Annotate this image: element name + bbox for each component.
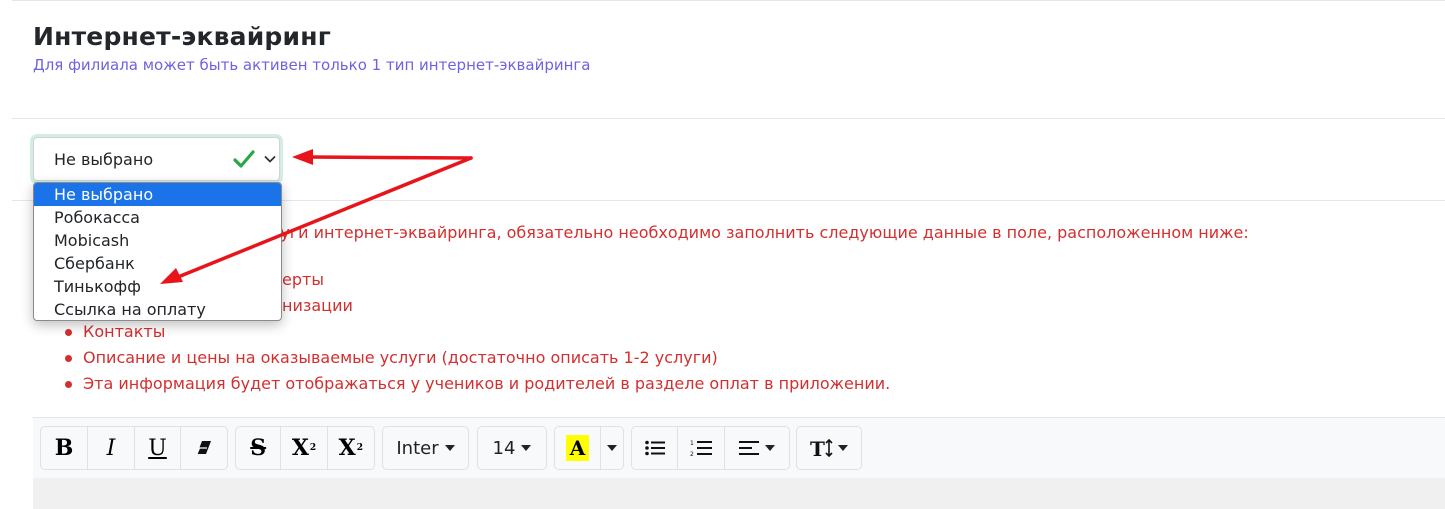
caret-down-icon	[838, 445, 848, 451]
superscript-mark: 2	[309, 443, 317, 453]
info-bullet-list: Контакты Описание и цены на оказываемые …	[62, 320, 890, 398]
check-icon	[233, 150, 255, 168]
subscript-mark: 2	[356, 443, 363, 453]
editor-toolbar: B I U S X2 X2 Inter 14 A 1 2 T	[33, 418, 1445, 478]
text-style-group: B I U	[40, 426, 228, 470]
font-family-label: Inter	[396, 437, 439, 459]
acquiring-type-select[interactable]: Не выбрано	[33, 137, 280, 181]
paragraph-group: 1 2	[631, 426, 790, 470]
svg-text:2: 2	[690, 451, 694, 457]
svg-text:1: 1	[690, 440, 694, 447]
line-height-button: T	[797, 427, 861, 469]
highlight-icon: A	[565, 435, 590, 461]
page-header: Интернет-эквайринг Для филиала может быт…	[33, 20, 590, 76]
align-left-icon	[739, 441, 759, 455]
numbered-list-icon: 1 2	[690, 440, 712, 457]
text-height-icon: T	[810, 438, 833, 458]
list-item: Контакты	[62, 320, 890, 346]
font-family-dropdown[interactable]: Inter	[382, 426, 469, 470]
strikethrough-button[interactable]: S	[236, 427, 282, 469]
eraser-button[interactable]	[181, 427, 227, 469]
chevron-down-icon	[264, 156, 276, 163]
bold-button[interactable]: B	[41, 427, 88, 469]
script-group: S X2 X2	[235, 426, 375, 470]
info-bullet-fragment: ерты	[282, 270, 324, 289]
option-robokassa[interactable]: Робокасса	[34, 206, 281, 229]
superscript-letter: X	[291, 435, 309, 461]
font-size-dropdown[interactable]: 14	[477, 426, 547, 470]
info-bullet-fragment: низации	[282, 296, 353, 315]
highlight-color-button[interactable]: A	[555, 427, 601, 469]
font-size-label: 14	[492, 437, 516, 459]
font-family-button: Inter	[383, 427, 468, 469]
bullet-list-button[interactable]	[632, 427, 678, 469]
annotation-arrow	[292, 149, 473, 165]
caret-down-icon	[607, 445, 617, 451]
acquiring-options-list: Не выбрано Робокасса Mobicash Сбербанк Т…	[33, 182, 282, 321]
option-payment-link[interactable]: Ссылка на оплату	[34, 298, 281, 320]
svg-text:T: T	[810, 438, 825, 458]
info-intro-text: луги интернет-эквайринга, обязательно не…	[270, 223, 1249, 242]
section-divider	[12, 118, 1445, 119]
subscript-letter: X	[338, 435, 356, 461]
numbered-list-button[interactable]: 1 2	[678, 427, 725, 469]
highlight-group: A	[554, 426, 624, 470]
caret-down-icon	[444, 445, 455, 451]
caret-down-icon	[765, 445, 775, 451]
superscript-button[interactable]: X2	[281, 427, 328, 469]
eraser-icon	[196, 441, 211, 455]
highlight-color-dropdown[interactable]	[601, 427, 623, 469]
top-divider	[12, 0, 1445, 1]
italic-button[interactable]: I	[88, 427, 135, 469]
select-current-value: Не выбрано	[54, 150, 154, 169]
line-height-dropdown[interactable]: T	[796, 426, 862, 470]
option-not-selected[interactable]: Не выбрано	[34, 183, 281, 206]
caret-down-icon	[521, 445, 532, 451]
option-sberbank[interactable]: Сбербанк	[34, 252, 281, 275]
option-tinkoff[interactable]: Тинькофф	[34, 275, 281, 298]
align-dropdown[interactable]	[725, 427, 789, 469]
subscript-button[interactable]: X2	[328, 427, 374, 469]
underline-button[interactable]: U	[135, 427, 181, 469]
list-item: Эта информация будет отображаться у учен…	[62, 372, 890, 398]
option-mobicash[interactable]: Mobicash	[34, 229, 281, 252]
page-subtitle: Для филиала может быть активен только 1 …	[33, 56, 591, 74]
page-title: Интернет-эквайринг	[33, 22, 331, 51]
bullet-list-icon	[644, 440, 665, 456]
list-item: Описание и цены на оказываемые услуги (д…	[62, 346, 890, 372]
font-size-button: 14	[478, 427, 546, 469]
